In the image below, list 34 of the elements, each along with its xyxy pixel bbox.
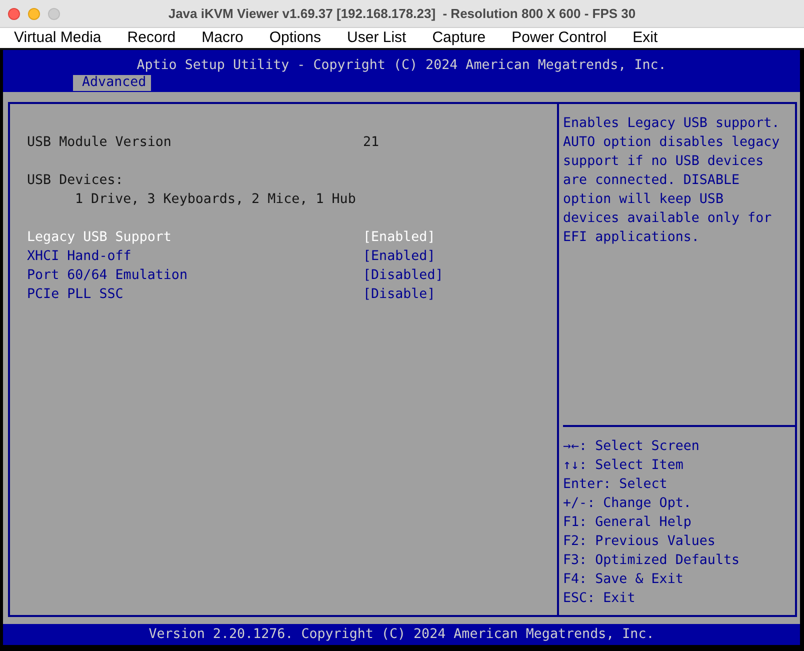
window-title: Java iKVM Viewer v1.69.37 [192.168.178.23] - Resolution 800 X 600 - FPS 30 [168, 6, 636, 21]
key-hint: F3: Optimized Defaults [563, 552, 741, 570]
help-text: Enables Legacy USB support. AUTO option disables legacy support if no USB devices are connected. DISABLE option will keep USB devices available only for EFI applications. [563, 115, 780, 247]
key-hint: +/-: Change Opt. [563, 495, 692, 513]
menu-item[interactable]: Capture [432, 28, 486, 48]
menu-item[interactable]: Power Control [512, 28, 607, 48]
menu-item[interactable]: Exit [632, 28, 658, 48]
key-hint: Enter: Select [563, 476, 668, 494]
menu-item[interactable]: Options [269, 28, 322, 48]
setting-label[interactable]: XHCI Hand-off [27, 247, 363, 266]
key-hint: ESC: Exit [563, 590, 636, 608]
menu-item[interactable]: Macro [202, 28, 244, 48]
key-hint: →←: Select Screen [563, 438, 700, 456]
setting-value[interactable]: [Disable] [363, 285, 557, 304]
setting-label[interactable]: Port 60/64 Emulation [27, 266, 363, 285]
info-value: 21 [363, 134, 380, 152]
close-button[interactable] [8, 8, 20, 20]
header-title: Aptio Setup Utility - Copyright (C) 2024 American Megatrends, Inc. [136, 57, 668, 75]
menu-item[interactable]: Record [127, 28, 176, 48]
menu-item[interactable]: User List [347, 28, 406, 48]
key-hint: F2: Previous Values [563, 533, 716, 551]
key-hint: F4: Save & Exit [563, 571, 684, 589]
setting-value[interactable]: [Disabled] [363, 266, 557, 285]
key-hint: ↑↓: Select Item [563, 457, 684, 475]
menu-item[interactable]: Virtual Media [14, 28, 102, 48]
info-label: USB Module Version [27, 134, 172, 152]
setting-value[interactable]: [Enabled] [363, 247, 557, 266]
key-hint: F1: General Help [563, 514, 692, 532]
footer-text: Version 2.20.1276. Copyright (C) 2024 American Megatrends, Inc. [148, 626, 654, 644]
devices-value: 1 Drive, 3 Keyboards, 2 Mice, 1 Hub [74, 191, 357, 209]
setting-label[interactable]: PCIe PLL SSC [27, 285, 363, 304]
devices-label: USB Devices: [27, 172, 124, 190]
minimize-button[interactable] [28, 8, 40, 20]
tab[interactable]: Advanced [73, 75, 152, 91]
